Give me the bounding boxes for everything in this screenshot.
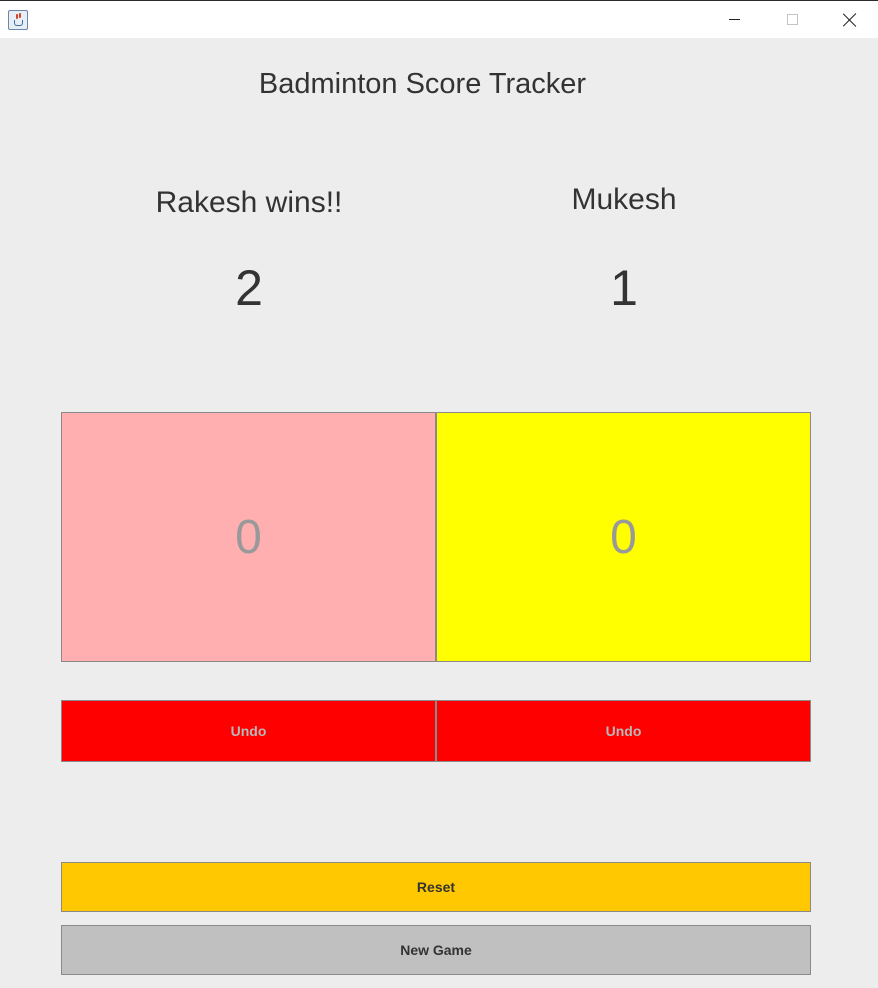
maximize-button[interactable] (763, 1, 821, 38)
close-button[interactable] (821, 1, 878, 38)
new-game-button[interactable]: New Game (61, 925, 811, 975)
close-icon (843, 13, 857, 27)
app-title: Badminton Score Tracker (258, 68, 587, 100)
player1-undo-button[interactable]: Undo (61, 700, 436, 762)
app-window: Badminton Score Tracker Rakesh wins!! Mu… (0, 0, 878, 988)
maximize-icon (786, 14, 798, 25)
player1-sets-won: 2 (235, 260, 263, 316)
reset-button[interactable]: Reset (61, 862, 811, 912)
player2-score-button[interactable]: 0 (436, 412, 811, 662)
java-cup-icon[interactable] (8, 10, 28, 30)
player2-undo-button[interactable]: Undo (436, 700, 811, 762)
title-bar (0, 0, 878, 38)
player2-sets-won: 1 (610, 260, 638, 316)
minimize-button[interactable] (705, 1, 763, 38)
player2-name: Mukesh (571, 183, 677, 216)
minimize-icon (728, 19, 740, 20)
player1-name: Rakesh wins!! (155, 186, 343, 219)
player1-score-button[interactable]: 0 (61, 412, 436, 662)
